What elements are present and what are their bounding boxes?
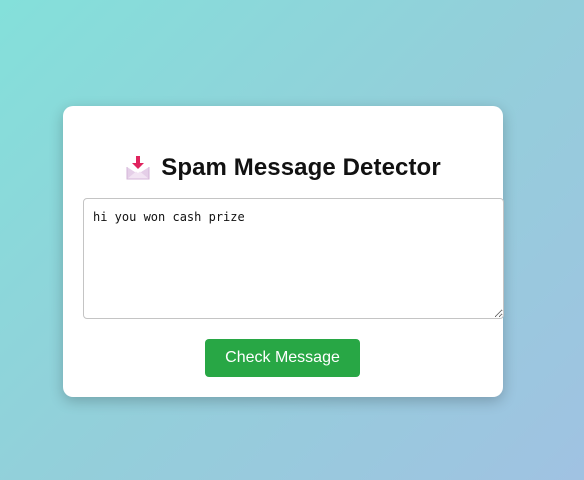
header: Spam Message Detector	[63, 150, 503, 186]
page-title: Spam Message Detector	[161, 154, 441, 181]
check-message-button[interactable]: Check Message	[205, 339, 360, 377]
inbox-tray-icon	[125, 155, 151, 181]
message-textarea[interactable]: hi you won cash prize	[83, 198, 504, 319]
detector-card: Spam Message Detector hi you won cash pr…	[63, 106, 504, 397]
